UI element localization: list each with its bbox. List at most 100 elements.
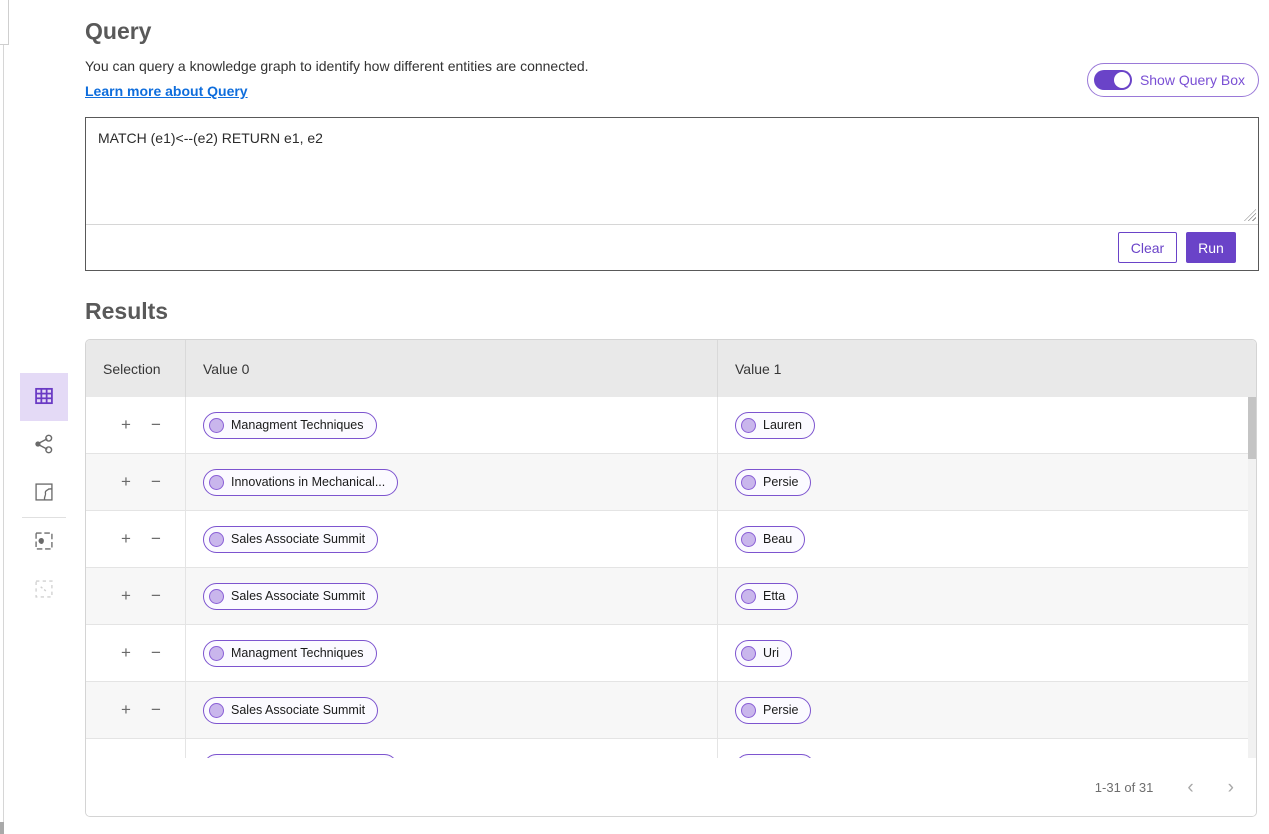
add-to-selection-button[interactable]: + (116, 414, 136, 436)
entity-pill[interactable]: Managment Techniques (203, 412, 377, 439)
table-row: + − Managment Techniques Uri (86, 625, 1256, 682)
remove-from-selection-button[interactable]: − (146, 471, 166, 493)
entity-pill[interactable]: Sales Associate Summit (203, 583, 378, 610)
entity-dot-icon (741, 418, 756, 433)
add-to-selection-button[interactable]: + (116, 528, 136, 550)
intro-text: You can query a knowledge graph to ident… (85, 58, 589, 101)
entity-pill[interactable]: Lauren (735, 754, 815, 759)
learn-more-link[interactable]: Learn more about Query (85, 83, 248, 99)
remove-from-selection-button[interactable]: − (146, 642, 166, 664)
table-row: + − Innovations in Mechanical... Persie (86, 454, 1256, 511)
query-input[interactable] (86, 118, 1258, 224)
entity-pill-label-value0: Innovations in Mechanical... (231, 475, 385, 489)
query-box: Clear Run (85, 117, 1259, 271)
table-header-row: Selection Value 0 Value 1 (86, 340, 1256, 397)
entity-dot-icon (209, 475, 224, 490)
entity-dot-icon (209, 589, 224, 604)
next-page-button[interactable]: › (1228, 778, 1234, 797)
value1-cell: Beau (717, 511, 1256, 567)
entity-pill[interactable]: Lauren (735, 412, 815, 439)
table-view-button[interactable] (20, 373, 68, 421)
entity-pill[interactable]: Innovations in Mechanical... (203, 469, 398, 496)
entity-pill-label-value0: Sales Associate Summit (231, 589, 365, 603)
entity-pill[interactable]: Etta (735, 583, 798, 610)
entity-pill[interactable]: Managment Techniques (203, 640, 377, 667)
remove-from-selection-button[interactable]: − (146, 699, 166, 721)
value1-cell: Lauren (717, 739, 1256, 758)
add-to-selection-button[interactable]: + (116, 471, 136, 493)
entity-pill[interactable]: Innovations in Mechanical... (203, 754, 398, 759)
entity-dot-icon (741, 475, 756, 490)
query-actions-bar: Clear Run (86, 224, 1258, 270)
panel-edge-line (0, 44, 9, 45)
entity-pill[interactable]: Persie (735, 469, 811, 496)
new-map-icon (33, 530, 55, 555)
selection-map-icon (33, 578, 55, 603)
value0-cell: Innovations in Mechanical... (185, 739, 717, 758)
value1-cell: Etta (717, 568, 1256, 624)
show-query-box-toggle[interactable]: Show Query Box (1087, 63, 1259, 97)
table-row: + − Innovations in Mechanical... Lauren (86, 739, 1256, 758)
clear-button[interactable]: Clear (1118, 232, 1177, 263)
table-row: + − Managment Techniques Lauren (86, 397, 1256, 454)
entity-dot-icon (209, 532, 224, 547)
entity-dot-icon (741, 703, 756, 718)
entity-pill-label-value1: Persie (763, 475, 798, 489)
entity-pill[interactable]: Sales Associate Summit (203, 697, 378, 724)
remove-from-selection-button[interactable]: − (146, 756, 166, 758)
table-body: + − Managment Techniques Lauren + − Inno… (86, 397, 1256, 758)
value1-cell: Persie (717, 454, 1256, 510)
entity-dot-icon (209, 418, 224, 433)
results-title: Results (85, 298, 1259, 325)
table-footer: 1-31 of 31 ‹ › (86, 758, 1256, 816)
intro-row: You can query a knowledge graph to ident… (85, 58, 1259, 101)
entity-pill[interactable]: Persie (735, 697, 811, 724)
map-view-button[interactable] (20, 469, 68, 517)
panel-edge-line (8, 0, 9, 45)
value1-cell: Uri (717, 625, 1256, 681)
entity-pill[interactable]: Beau (735, 526, 805, 553)
table-row: + − Sales Associate Summit Etta (86, 568, 1256, 625)
entity-pill-label-value1: Beau (763, 532, 792, 546)
selection-cell: + − (86, 642, 185, 664)
column-header-selection: Selection (86, 361, 185, 377)
remove-from-selection-button[interactable]: − (146, 414, 166, 436)
previous-page-button[interactable]: ‹ (1187, 778, 1193, 797)
link-chart-view-button[interactable] (20, 421, 68, 469)
value0-cell: Sales Associate Summit (185, 511, 717, 567)
add-to-selection-button[interactable]: + (116, 642, 136, 664)
page-title: Query (85, 18, 1259, 45)
new-map-from-results-button[interactable] (20, 518, 68, 566)
table-scrollbar-thumb[interactable] (1248, 397, 1256, 459)
left-scrollbar-fragment[interactable] (0, 822, 4, 834)
entity-pill[interactable]: Uri (735, 640, 792, 667)
main-content: Query You can query a knowledge graph to… (85, 0, 1259, 817)
value1-cell: Persie (717, 682, 1256, 738)
table-scrollbar-track[interactable] (1248, 397, 1256, 758)
add-to-selection-button[interactable]: + (116, 756, 136, 758)
run-button[interactable]: Run (1186, 232, 1236, 263)
remove-from-selection-button[interactable]: − (146, 528, 166, 550)
entity-pill[interactable]: Sales Associate Summit (203, 526, 378, 553)
entity-pill-label-value1: Lauren (763, 418, 802, 432)
selection-map-button (20, 566, 68, 614)
table-row: + − Sales Associate Summit Beau (86, 511, 1256, 568)
entity-dot-icon (741, 532, 756, 547)
value0-cell: Innovations in Mechanical... (185, 454, 717, 510)
map-view-icon (33, 481, 55, 506)
remove-from-selection-button[interactable]: − (146, 585, 166, 607)
add-to-selection-button[interactable]: + (116, 699, 136, 721)
pagination-controls: ‹ › (1187, 778, 1234, 797)
entity-dot-icon (741, 589, 756, 604)
toggle-switch-on (1094, 70, 1132, 90)
value0-cell: Managment Techniques (185, 625, 717, 681)
entity-pill-label-value0: Sales Associate Summit (231, 532, 365, 546)
view-switcher-sidebar (20, 373, 68, 614)
entity-pill-label-value1: Etta (763, 589, 785, 603)
entity-pill-label-value0: Managment Techniques (231, 418, 364, 432)
link-chart-view-icon (33, 433, 55, 458)
page-description: You can query a knowledge graph to ident… (85, 58, 589, 74)
add-to-selection-button[interactable]: + (116, 585, 136, 607)
value1-cell: Lauren (717, 397, 1256, 453)
value0-cell: Managment Techniques (185, 397, 717, 453)
